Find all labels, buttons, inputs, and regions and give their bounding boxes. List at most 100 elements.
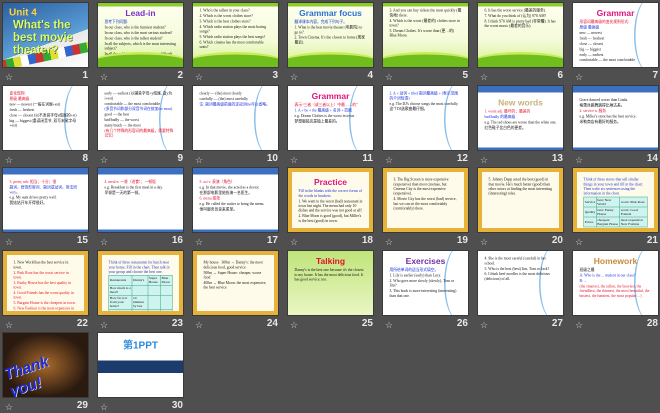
slide-transition-star-icon[interactable]: ☆ bbox=[480, 237, 488, 248]
slide-text-line: In all the subjects, which is the most i… bbox=[104, 41, 176, 51]
slide-transition-star-icon[interactable]: ☆ bbox=[480, 320, 488, 331]
slide-thumbnail[interactable]: Think of three stores that sell similar … bbox=[572, 167, 659, 233]
slide-transition-star-icon[interactable]: ☆ bbox=[480, 72, 488, 83]
slide-text-line: e.g. The DJ's choose songs the most care… bbox=[389, 101, 459, 106]
slide-content: 1. Who's the tallest in your class? 2. Wh… bbox=[193, 3, 278, 67]
slide-thumbnail[interactable]: 1. Who's the tallest in your class? 2. Wh… bbox=[192, 2, 279, 68]
slide-thumbnail[interactable]: Grammar 形容词最高级的变化规则形式: 原级 最高级 new — newest f… bbox=[572, 2, 659, 68]
slide-thumbnail[interactable]: Homework 班级之最 A: Who is the ... student in… bbox=[572, 249, 659, 316]
slide-cell: Homework 班级之最 A: Who is the ... student in… bbox=[572, 249, 660, 331]
slide-content: 2. A + 动词 + (the) 副词最高级 + (表示范围的介词短语) e.g… bbox=[383, 85, 468, 150]
slide-transition-star-icon[interactable]: ☆ bbox=[195, 320, 203, 331]
table-row: Quality best: Funky House worst: Good Frie… bbox=[583, 206, 648, 218]
slide-thumbnail[interactable]: New words 1. worst adj. 最坏的；最差的 bad/badly … bbox=[477, 84, 564, 151]
slide-thumbnail[interactable]: Thank you! bbox=[2, 332, 89, 398]
slide-transition-star-icon[interactable]: ☆ bbox=[290, 72, 298, 83]
slide-thumbnail[interactable]: 第1PPT bbox=[97, 332, 184, 398]
slide-body: Exercises 用所给单词的适当形式填空。 1. Lily is earlier… bbox=[390, 255, 462, 298]
slide-body: Grammar 形容词最高级的变化规则形式: 原级 最高级 new — newest f… bbox=[580, 8, 652, 64]
slide-thumbnail[interactable]: 4. meal n. 一餐（进食）；一顿饭 e.g. Breakfast is t… bbox=[97, 167, 184, 233]
slide-thumbnail[interactable]: Grammar focus 翻译课本内容，完成下列句子。 1. What is th… bbox=[287, 2, 374, 68]
slide-text-line: e.g. In that movie, she acted as a docto… bbox=[199, 185, 260, 190]
slide-transition-star-icon[interactable]: ☆ bbox=[290, 320, 298, 331]
slide-transition-star-icon[interactable]: ☆ bbox=[290, 237, 298, 248]
slide-thumbnail[interactable]: Grammar 表示“三者（或三者以上）中最……的” 1. A + be + the… bbox=[287, 84, 374, 151]
slide-thumbnail[interactable]: early — earliest (以辅音字母+y结尾, 变y为i+est) co… bbox=[97, 84, 184, 151]
slide-cell: My house · 300m → Danny's: the most deli… bbox=[192, 249, 281, 331]
slide-body: Grammar focus 翻译课本内容，完成下列句子。 1. What is th… bbox=[295, 8, 367, 46]
slide-text-line: 4. Good Friends has the worst quality in… bbox=[13, 290, 74, 300]
slide-thumbnail[interactable]: 6. It has the worst service (最差的服务). 7. W… bbox=[477, 2, 564, 68]
slide-transition-star-icon[interactable]: ☆ bbox=[5, 320, 13, 331]
slide-transition-star-icon[interactable]: ☆ bbox=[100, 402, 108, 413]
slide-content: New words 1. worst adj. 最坏的；最差的 bad/badly … bbox=[478, 85, 563, 150]
slide-transition-star-icon[interactable]: ☆ bbox=[195, 237, 203, 248]
slide-thumbnail[interactable]: 4. She is the most careful (careful) in … bbox=[477, 249, 564, 316]
slide-text-line: 表示“三者（或三者以上）中最……的” bbox=[294, 102, 358, 107]
slide-thumbnail[interactable]: 3. And you can buy tickets the most quic… bbox=[382, 2, 469, 68]
slide-transition-star-icon[interactable]: ☆ bbox=[480, 155, 488, 166]
slide-body: 4. She is the most careful (careful) in … bbox=[485, 255, 557, 281]
slide-thumbnail[interactable]: Exercises 用所给单词的适当形式填空。 1. Lily is earlier… bbox=[382, 249, 469, 316]
slide-content: 3. The Big Screen is more expensive (exp… bbox=[383, 168, 468, 232]
slide-transition-star-icon[interactable]: ☆ bbox=[5, 72, 13, 83]
table-row: Prices cheapest: Bargain House most expens… bbox=[583, 216, 648, 228]
slide-thumbnail[interactable]: 3. The Big Screen is more expensive (exp… bbox=[382, 167, 469, 233]
slide-text-line: 5. Bargain House is the cheapest in town… bbox=[13, 300, 76, 305]
table-row: How much is a meal? bbox=[108, 284, 173, 296]
slide-heading: What's the best movie theater? bbox=[13, 17, 74, 57]
slide-thumbnail[interactable]: 3. pretty adv. 相当；十分；很 副词，修饰形容词、副词或动词，用法同… bbox=[2, 167, 89, 233]
slide-transition-star-icon[interactable]: ☆ bbox=[100, 237, 108, 248]
slide-transition-star-icon[interactable]: ☆ bbox=[290, 155, 298, 166]
slide-transition-star-icon[interactable]: ☆ bbox=[195, 72, 203, 83]
slide-thumbnail[interactable]: 变化规则: 原级 最高级 new — newest (一般在词尾+est) fresh… bbox=[2, 84, 89, 151]
slide-transition-star-icon[interactable]: ☆ bbox=[5, 155, 13, 166]
slide-thumbnail[interactable]: 5. act v. 表演（角色） e.g. In that movie, she … bbox=[192, 167, 279, 233]
slide-content: 3. pretty adv. 相当；十分；很 副词，修饰形容词、副词或动词，用法同… bbox=[3, 168, 88, 232]
slide-text-line: carefully — (the) most carefully bbox=[199, 96, 249, 101]
slide-transition-star-icon[interactable]: ☆ bbox=[385, 237, 393, 248]
slide-number: 25 bbox=[361, 317, 373, 329]
slide-body: 5. Johnny Depp acted the best (good) in … bbox=[489, 177, 553, 197]
slide-text-line: Think of three restaurants for lunch nea… bbox=[108, 260, 170, 274]
slide-text-line: A: Who is the ... student in our class? bbox=[579, 272, 636, 277]
slide-thumbnail[interactable]: Unit 4 What's the best movie theater? bbox=[2, 2, 89, 68]
slide-decoration bbox=[383, 3, 468, 7]
slide-transition-star-icon[interactable]: ☆ bbox=[100, 72, 108, 83]
slide-thumbnail[interactable]: Talking Danny's is the best one because i… bbox=[287, 249, 374, 316]
slide-content: 4. meal n. 一餐（进食）；一顿饭 e.g. Breakfast is t… bbox=[98, 168, 183, 232]
slide-transition-star-icon[interactable]: ☆ bbox=[575, 72, 583, 83]
slide-transition-star-icon[interactable]: ☆ bbox=[100, 155, 108, 166]
slide-thumbnail[interactable]: clearly — (the) most clearly carefully — … bbox=[192, 84, 279, 151]
slide-body: 1. Who's the tallest in your class? 2. Wh… bbox=[200, 8, 272, 51]
slide-transition-star-icon[interactable]: ☆ bbox=[385, 155, 393, 166]
slide-cell: 1. New World has the best service in tow… bbox=[2, 249, 91, 331]
slide-thumbnail[interactable]: Grace danced worse than Linda. 格蕾丝跳舞跳得比琳达… bbox=[572, 84, 659, 151]
slide-text-line: (多音节词和部分双音节词在前加the most) bbox=[104, 106, 173, 111]
slide-cell: Thank you! ☆ 29 bbox=[2, 332, 91, 413]
slide-transition-star-icon[interactable]: ☆ bbox=[385, 320, 393, 331]
slide-text-line: 3. The Big Screen is more expensive (exp… bbox=[393, 177, 449, 196]
slide-transition-star-icon[interactable]: ☆ bbox=[100, 320, 108, 331]
slide-text-line: 变化规则: bbox=[9, 91, 26, 95]
slide-transition-star-icon[interactable]: ☆ bbox=[5, 402, 13, 413]
slide-thumbnail[interactable]: Lead-in 思考下列问题: In our class, who is the f… bbox=[97, 2, 184, 68]
slide-text-line: 1. Who's the tallest in your class? bbox=[199, 8, 250, 13]
slide-transition-star-icon[interactable]: ☆ bbox=[575, 237, 583, 248]
slide-number: 5 bbox=[462, 70, 468, 81]
slide-transition-star-icon[interactable]: ☆ bbox=[5, 237, 13, 248]
slide-transition-star-icon[interactable]: ☆ bbox=[385, 72, 393, 83]
slide-transition-star-icon[interactable]: ☆ bbox=[195, 155, 203, 166]
slide-thumbnail[interactable]: My house · 300m → Danny's: the most deli… bbox=[192, 249, 279, 316]
slide-transition-star-icon[interactable]: ☆ bbox=[575, 320, 583, 331]
slide-thumbnail[interactable]: 5. Johnny Depp acted the best (good) in … bbox=[477, 167, 564, 233]
slide-cell: 1. Who's the tallest in your class? 2. Wh… bbox=[192, 2, 281, 83]
slide-text-line: 2. A + 动词 + (the) 副词最高级 + (表示范围的介词短语) bbox=[389, 91, 459, 100]
slide-thumbnail[interactable]: Think of three restaurants for lunch nea… bbox=[97, 249, 184, 316]
slide-thumbnail[interactable]: Practice Fill in the blanks with the corr… bbox=[287, 167, 374, 233]
slide-thumbnail[interactable]: 1. New World has the best service in tow… bbox=[2, 249, 89, 316]
slide-number: 13 bbox=[551, 152, 563, 164]
slide-transition-star-icon[interactable]: ☆ bbox=[575, 155, 583, 166]
slide-thumbnail[interactable]: 2. A + 动词 + (the) 副词最高级 + (表示范围的介词短语) e.g… bbox=[382, 84, 469, 151]
slide-decoration bbox=[98, 3, 183, 7]
